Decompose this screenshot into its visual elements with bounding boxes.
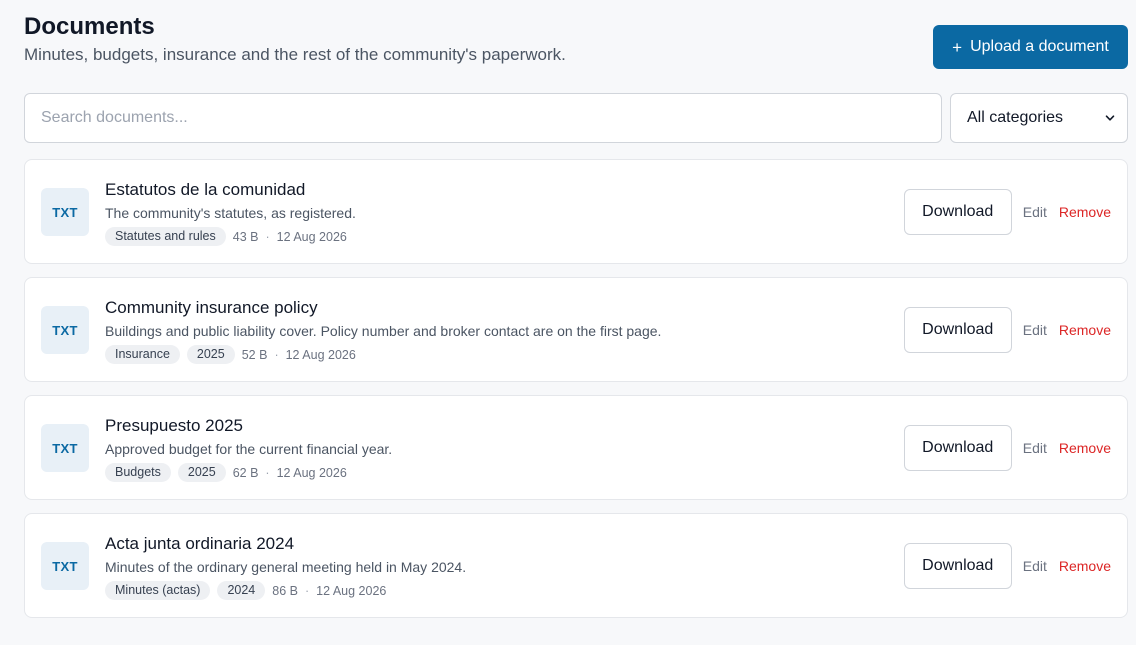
document-info: Presupuesto 2025 Approved budget for the… xyxy=(105,416,392,482)
document-meta: Insurance 2025 52 B · 12 Aug 2026 xyxy=(105,345,661,364)
category-tag: Statutes and rules xyxy=(105,227,226,246)
document-info: Estatutos de la comunidad The community'… xyxy=(105,180,356,246)
remove-link[interactable]: Remove xyxy=(1059,558,1111,574)
meta-separator: · xyxy=(274,347,279,362)
document-actions: Download Edit Remove xyxy=(903,189,1111,235)
document-title: Presupuesto 2025 xyxy=(105,416,243,435)
edit-link[interactable]: Edit xyxy=(1023,204,1047,220)
upload-button-label: Upload a document xyxy=(970,38,1109,55)
page-title: Documents xyxy=(24,13,155,40)
document-meta: Minutes (actas) 2024 86 B · 12 Aug 2026 xyxy=(105,581,466,600)
document-description: Approved budget for the current financia… xyxy=(105,441,393,457)
document-list: TXT Estatutos de la comunidad The commun… xyxy=(24,159,1128,618)
download-button[interactable]: Download xyxy=(903,189,1012,235)
search-input[interactable] xyxy=(24,93,942,143)
edit-link[interactable]: Edit xyxy=(1023,558,1047,574)
document-size: 62 B xyxy=(232,465,259,480)
document-description: Buildings and public liability cover. Po… xyxy=(105,323,662,339)
document-description: Minutes of the ordinary general meeting … xyxy=(105,559,467,575)
document-tags: Insurance 2025 xyxy=(105,345,235,364)
document-meta: Budgets 2025 62 B · 12 Aug 2026 xyxy=(105,463,392,482)
file-type-icon: TXT xyxy=(41,306,89,354)
document-title: Acta junta ordinaria 2024 xyxy=(105,534,295,553)
category-tag: Minutes (actas) xyxy=(105,581,211,600)
document-date: 12 Aug 2026 xyxy=(276,229,347,244)
document-card: TXT Community insurance policy Buildings… xyxy=(24,277,1128,382)
document-title: Estatutos de la comunidad xyxy=(105,180,306,199)
document-card: TXT Acta junta ordinaria 2024 Minutes of… xyxy=(24,513,1128,618)
category-select-value: All categories xyxy=(967,109,1064,126)
document-size: 52 B xyxy=(241,347,268,362)
category-tag: 2025 xyxy=(186,345,235,364)
meta-separator: · xyxy=(265,229,270,244)
file-type-icon: TXT xyxy=(41,424,89,472)
document-card: TXT Estatutos de la comunidad The commun… xyxy=(24,159,1128,264)
document-actions: Download Edit Remove xyxy=(903,307,1111,353)
file-type-icon: TXT xyxy=(41,542,89,590)
download-button[interactable]: Download xyxy=(903,425,1012,471)
remove-link[interactable]: Remove xyxy=(1059,204,1111,220)
page-subtitle: Minutes, budgets, insurance and the rest… xyxy=(24,45,566,64)
remove-link[interactable]: Remove xyxy=(1059,322,1111,338)
document-title: Community insurance policy xyxy=(105,298,318,317)
meta-separator: · xyxy=(304,583,310,598)
document-date: 12 Aug 2026 xyxy=(316,583,387,598)
edit-link[interactable]: Edit xyxy=(1023,322,1047,338)
category-tag: 2025 xyxy=(177,463,226,482)
document-tags: Statutes and rules xyxy=(105,227,226,246)
meta-separator: · xyxy=(265,465,270,480)
document-description: The community's statutes, as registered. xyxy=(105,205,356,221)
document-info: Community insurance policy Buildings and… xyxy=(105,298,661,364)
category-tag: Budgets xyxy=(105,463,171,482)
remove-link[interactable]: Remove xyxy=(1059,440,1111,456)
document-actions: Download Edit Remove xyxy=(903,543,1111,589)
chevron-down-icon xyxy=(1105,115,1115,121)
file-type-icon: TXT xyxy=(41,188,89,236)
document-tags: Budgets 2025 xyxy=(105,463,226,482)
download-button[interactable]: Download xyxy=(903,543,1012,589)
document-date: 12 Aug 2026 xyxy=(276,465,347,480)
document-date: 12 Aug 2026 xyxy=(285,347,356,362)
upload-document-button[interactable]: + Upload a document xyxy=(933,25,1128,69)
document-card: TXT Presupuesto 2025 Approved budget for… xyxy=(24,395,1128,500)
document-size: 86 B xyxy=(272,583,298,598)
category-select[interactable]: All categories xyxy=(950,93,1128,143)
page-header: Documents Minutes, budgets, insurance an… xyxy=(24,0,1128,93)
edit-link[interactable]: Edit xyxy=(1023,440,1047,456)
document-actions: Download Edit Remove xyxy=(903,425,1111,471)
category-tag: 2024 xyxy=(217,581,266,600)
document-info: Acta junta ordinaria 2024 Minutes of the… xyxy=(105,534,466,600)
document-meta: Statutes and rules 43 B · 12 Aug 2026 xyxy=(105,227,356,246)
document-tags: Minutes (actas) 2024 xyxy=(105,581,266,600)
category-tag: Insurance xyxy=(105,345,180,364)
plus-icon: + xyxy=(952,37,963,57)
documents-page: Documents Minutes, budgets, insurance an… xyxy=(0,0,1136,645)
download-button[interactable]: Download xyxy=(903,307,1012,353)
document-size: 43 B xyxy=(232,229,259,244)
toolbar: All categories xyxy=(24,93,1128,143)
